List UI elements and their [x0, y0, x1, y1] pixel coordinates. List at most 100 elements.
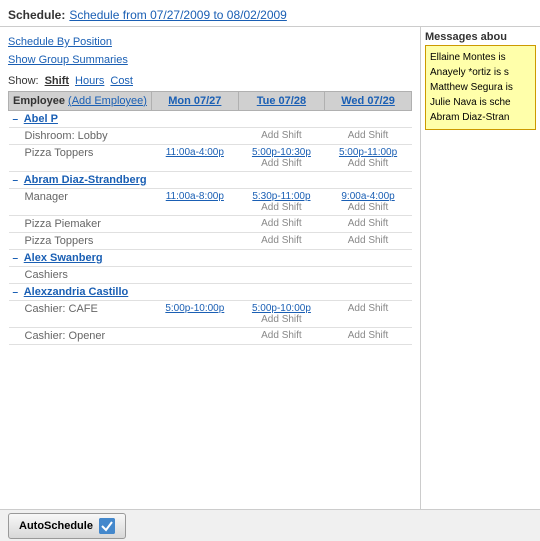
add-shift-link[interactable]: Add Shift [242, 314, 320, 325]
add-shift-link[interactable]: Add Shift [242, 202, 320, 213]
nav-links: Schedule By Position Show Group Summarie… [8, 33, 412, 69]
table-body: – Abel P Dishroom: Lobby Add Shift Add S… [9, 111, 412, 345]
add-shift-link[interactable]: Add Shift [329, 303, 408, 314]
add-shift-link[interactable]: Add Shift [242, 330, 320, 341]
add-shift-link[interactable]: Add Shift [242, 218, 320, 229]
shift-time-link[interactable]: 5:30p-11:00p [242, 191, 320, 202]
shift-cell: Add Shift [325, 233, 412, 250]
position-name-cell: Pizza Toppers [9, 145, 152, 172]
schedule-by-position-link[interactable]: Schedule By Position [8, 33, 412, 51]
add-shift-link[interactable]: Add Shift [329, 235, 408, 246]
employee-name-link[interactable]: Alexzandria Castillo [24, 286, 129, 298]
message-item: Matthew Segura is [430, 80, 531, 95]
show-label: Show: [8, 75, 39, 87]
shift-cell [151, 233, 238, 250]
shift-time-link[interactable]: 5:00p-10:00p [155, 303, 234, 314]
employee-name-cell: – Alexzandria Castillo [9, 284, 412, 301]
col-mon-header[interactable]: Mon 07/27 [151, 92, 238, 111]
shift-cell: 9:00a-4:00pAdd Shift [325, 189, 412, 216]
left-panel: Schedule By Position Show Group Summarie… [0, 27, 420, 538]
tab-cost[interactable]: Cost [110, 75, 133, 87]
autoschedule-label: AutoSchedule [19, 520, 93, 532]
add-shift-link[interactable]: Add Shift [329, 218, 408, 229]
table-row: Pizza Toppers 11:00a-4:00p 5:00p-10:30pA… [9, 145, 412, 172]
add-shift-link[interactable]: Add Shift [329, 130, 408, 141]
shift-cell [151, 128, 238, 145]
table-header-row: Employee (Add Employee) Mon 07/27 Tue 07… [9, 92, 412, 111]
collapse-icon[interactable]: – [13, 175, 19, 186]
shift-cell [151, 328, 238, 345]
collapse-icon[interactable]: – [13, 287, 19, 298]
shift-time-link[interactable]: 11:00a-4:00p [155, 147, 234, 158]
col-tue-header[interactable]: Tue 07/28 [238, 92, 324, 111]
employee-name-link[interactable]: Abel P [24, 113, 58, 125]
employee-group-header: – Abram Diaz-Strandberg [9, 172, 412, 189]
shift-cell: 5:30p-11:00pAdd Shift [238, 189, 324, 216]
shift-cell: 11:00a-4:00p [151, 145, 238, 172]
table-row: Dishroom: Lobby Add Shift Add Shift [9, 128, 412, 145]
employee-name-cell: – Abel P [9, 111, 412, 128]
show-group-summaries-link[interactable]: Show Group Summaries [8, 51, 412, 69]
tab-shift[interactable]: Shift [45, 75, 69, 87]
header: Schedule: Schedule from 07/27/2009 to 08… [0, 0, 540, 27]
table-row: Cashier: Opener Add Shift Add Shift [9, 328, 412, 345]
employee-name-cell: – Alex Swanberg [9, 250, 412, 267]
shift-time-link[interactable]: 5:00p-10:30p [242, 147, 320, 158]
employee-group-header: – Alex Swanberg [9, 250, 412, 267]
schedule-label: Schedule: [8, 8, 65, 22]
message-item: Ellaine Montes is [430, 50, 531, 65]
table-row: Pizza Piemaker Add Shift Add Shift [9, 216, 412, 233]
shift-cell: 11:00a-8:00p [151, 189, 238, 216]
table-row: Cashier: CAFE 5:00p-10:00p 5:00p-10:00pA… [9, 301, 412, 328]
shift-time-link[interactable]: 11:00a-8:00p [155, 191, 234, 202]
messages-box: Ellaine Montes is Anayely *ortiz is sMat… [425, 45, 536, 130]
add-shift-link[interactable]: Add Shift [329, 330, 408, 341]
shift-cell: Add Shift [238, 128, 324, 145]
shift-cell [151, 216, 238, 233]
add-employee-link[interactable]: (Add Employee) [68, 95, 147, 107]
add-shift-link[interactable]: Add Shift [242, 158, 320, 169]
position-name-cell: Cashiers [9, 267, 152, 284]
shift-time-link[interactable]: 9:00a-4:00p [329, 191, 408, 202]
position-name-cell: Pizza Toppers [9, 233, 152, 250]
collapse-icon[interactable]: – [13, 253, 19, 264]
shift-time-link[interactable]: 5:00p-11:00p [329, 147, 408, 158]
position-name-cell: Manager [9, 189, 152, 216]
position-name-cell: Cashier: Opener [9, 328, 152, 345]
employee-name-link[interactable]: Alex Swanberg [24, 252, 103, 264]
schedule-link[interactable]: Schedule from 07/27/2009 to 08/02/2009 [69, 8, 287, 22]
shift-cell: 5:00p-10:00p [151, 301, 238, 328]
shift-cell: Add Shift [325, 328, 412, 345]
add-shift-link[interactable]: Add Shift [329, 158, 408, 169]
col-wed-header[interactable]: Wed 07/29 [325, 92, 412, 111]
table-row: Pizza Toppers Add Shift Add Shift [9, 233, 412, 250]
messages-header: Messages abou [425, 31, 536, 43]
shift-cell [238, 267, 324, 284]
position-name-cell: Pizza Piemaker [9, 216, 152, 233]
show-row: Show: Shift Hours Cost [8, 75, 412, 87]
add-shift-link[interactable]: Add Shift [329, 202, 408, 213]
add-shift-link[interactable]: Add Shift [242, 130, 320, 141]
shift-cell: Add Shift [238, 233, 324, 250]
col-employee-header: Employee (Add Employee) [9, 92, 152, 111]
shift-cell: Add Shift [325, 128, 412, 145]
employee-name-link[interactable]: Abram Diaz-Strandberg [24, 174, 147, 186]
message-item: Julie Nava is sche [430, 95, 531, 110]
employee-name-cell: – Abram Diaz-Strandberg [9, 172, 412, 189]
shift-cell: Add Shift [325, 216, 412, 233]
table-row: Manager 11:00a-8:00p 5:30p-11:00pAdd Shi… [9, 189, 412, 216]
autoschedule-icon [99, 518, 115, 534]
add-shift-link[interactable]: Add Shift [242, 235, 320, 246]
employee-group-header: – Abel P [9, 111, 412, 128]
table-row: Cashiers [9, 267, 412, 284]
right-panel: Messages abou Ellaine Montes is Anayely … [420, 27, 540, 538]
tab-hours[interactable]: Hours [75, 75, 104, 87]
shift-cell: Add Shift [325, 301, 412, 328]
main-layout: Schedule By Position Show Group Summarie… [0, 27, 540, 538]
shift-cell: 5:00p-10:00pAdd Shift [238, 301, 324, 328]
autoschedule-button[interactable]: AutoSchedule [8, 513, 126, 539]
position-name-cell: Dishroom: Lobby [9, 128, 152, 145]
shift-cell: Add Shift [238, 216, 324, 233]
shift-time-link[interactable]: 5:00p-10:00p [242, 303, 320, 314]
collapse-icon[interactable]: – [13, 114, 19, 125]
